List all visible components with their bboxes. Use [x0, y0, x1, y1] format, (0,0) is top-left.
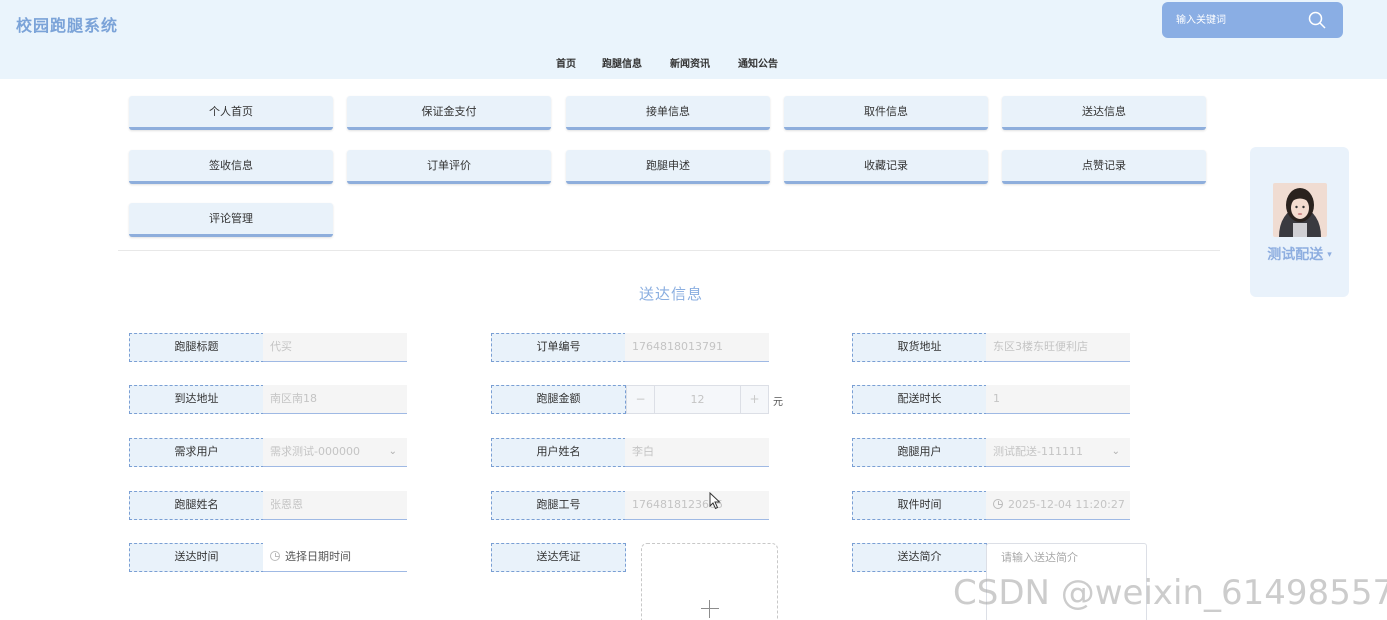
header: 校园跑腿系统 首页 跑腿信息 新闻资讯 通知公告	[0, 0, 1387, 79]
menu-personal-home[interactable]: 个人首页	[129, 96, 333, 130]
label-pickup-address: 取货地址	[852, 333, 987, 362]
menu-receipt-info[interactable]: 签收信息	[129, 150, 333, 184]
user-name-field[interactable]: 李白	[625, 438, 769, 467]
amount-value[interactable]: 12	[656, 386, 739, 413]
nav-news[interactable]: 新闻资讯	[670, 55, 710, 70]
pickup-address-field[interactable]: 东区3楼东旺便利店	[986, 333, 1130, 362]
user-menu[interactable]: 测试配送 ▾	[1250, 244, 1349, 264]
requester-user-select[interactable]: 需求测试-000000 ⌄	[263, 438, 407, 467]
label-arrival-address: 到达地址	[129, 385, 264, 414]
clock-icon	[270, 551, 280, 561]
menu-deposit-payment[interactable]: 保证金支付	[347, 96, 551, 130]
menu-delivery-info[interactable]: 送达信息	[1002, 96, 1206, 130]
user-name: 测试配送	[1267, 247, 1324, 263]
label-errand-title: 跑腿标题	[129, 333, 264, 362]
delivery-duration-field[interactable]: 1	[986, 385, 1130, 414]
app-logo-title[interactable]: 校园跑腿系统	[16, 12, 118, 36]
errand-title-field[interactable]: 代买	[263, 333, 407, 362]
search-box	[1162, 2, 1343, 38]
label-delivery-proof: 送达凭证	[491, 543, 626, 572]
runner-name-field[interactable]: 张恩恩	[263, 491, 407, 520]
label-requester-user: 需求用户	[129, 438, 264, 467]
page: 校园跑腿系统 首页 跑腿信息 新闻资讯 通知公告 个人首页 保证金支付 接单信息…	[0, 0, 1387, 620]
user-panel: 测试配送 ▾	[1250, 147, 1349, 297]
nav-home[interactable]: 首页	[556, 55, 576, 70]
label-delivery-duration: 配送时长	[852, 385, 987, 414]
delivery-time-picker[interactable]: 选择日期时间	[263, 543, 407, 572]
requester-user-value: 需求测试-000000	[270, 445, 360, 458]
nav-notices[interactable]: 通知公告	[738, 55, 778, 70]
label-delivery-intro: 送达简介	[852, 543, 987, 572]
main-nav: 首页 跑腿信息 新闻资讯 通知公告	[0, 55, 1387, 70]
menu-comment-management[interactable]: 评论管理	[129, 203, 333, 237]
amount-stepper: − 12 +	[626, 385, 769, 414]
menu-order-accept-info[interactable]: 接单信息	[566, 96, 770, 130]
arrival-address-field[interactable]: 南区南18	[263, 385, 407, 414]
chevron-down-icon: ▾	[1327, 250, 1332, 260]
menu-pickup-info[interactable]: 取件信息	[784, 96, 988, 130]
decrement-button[interactable]: −	[627, 386, 655, 413]
clock-icon	[993, 499, 1003, 509]
chevron-down-icon: ⌄	[388, 446, 397, 457]
nav-errand-info[interactable]: 跑腿信息	[602, 55, 642, 70]
delivery-time-placeholder: 选择日期时间	[285, 550, 351, 563]
menu-errand-complaint[interactable]: 跑腿申述	[566, 150, 770, 184]
search-icon[interactable]	[1307, 10, 1327, 30]
mouse-cursor-icon	[709, 492, 721, 510]
label-runner-user: 跑腿用户	[852, 438, 987, 467]
delivery-proof-upload[interactable]	[641, 543, 778, 620]
pickup-time-field[interactable]: 2025-12-04 11:20:27	[986, 491, 1130, 520]
form-title: 送达信息	[638, 285, 703, 303]
runner-id-field[interactable]: 1764818123605	[625, 491, 769, 520]
pickup-time-value: 2025-12-04 11:20:27	[1008, 498, 1125, 511]
label-errand-amount: 跑腿金额	[491, 385, 626, 414]
menu-favorites[interactable]: 收藏记录	[784, 150, 988, 184]
runner-user-value: 测试配送-111111	[993, 445, 1083, 458]
plus-icon	[701, 600, 719, 618]
label-runner-name: 跑腿姓名	[129, 491, 264, 520]
search-input[interactable]	[1176, 12, 1296, 28]
label-runner-id: 跑腿工号	[491, 491, 626, 520]
divider	[118, 250, 1220, 251]
watermark: CSDN @weixin_61498557	[953, 573, 1387, 613]
label-user-name: 用户姓名	[491, 438, 626, 467]
menu-order-review[interactable]: 订单评价	[347, 150, 551, 184]
menu-likes[interactable]: 点赞记录	[1002, 150, 1206, 184]
label-order-number: 订单编号	[491, 333, 626, 362]
increment-button[interactable]: +	[740, 386, 768, 413]
label-delivery-time: 送达时间	[129, 543, 264, 572]
order-number-field[interactable]: 1764818013791	[625, 333, 769, 362]
label-pickup-time: 取件时间	[852, 491, 987, 520]
runner-user-select[interactable]: 测试配送-111111 ⌄	[986, 438, 1130, 467]
chevron-down-icon: ⌄	[1111, 446, 1120, 457]
amount-unit: 元	[773, 397, 783, 408]
avatar[interactable]	[1273, 183, 1327, 237]
